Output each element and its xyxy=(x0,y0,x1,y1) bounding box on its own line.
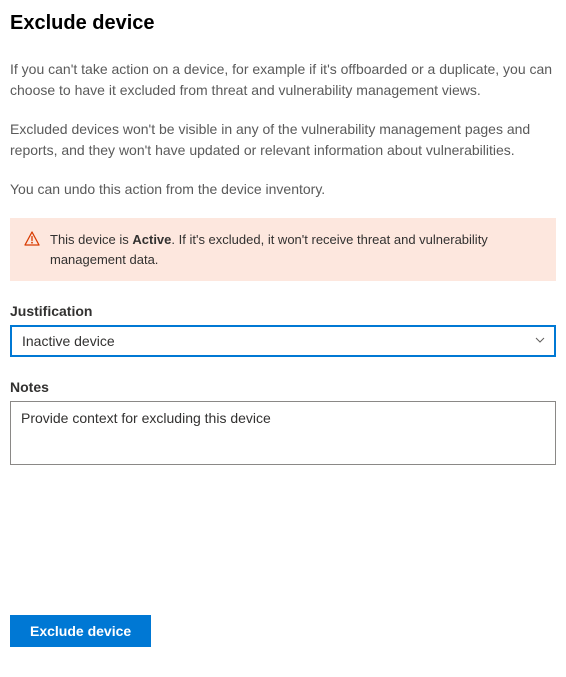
exclude-device-button[interactable]: Exclude device xyxy=(10,615,151,647)
notes-textarea[interactable] xyxy=(10,401,556,465)
footer: Exclude device xyxy=(10,615,151,647)
warning-prefix: This device is xyxy=(50,232,132,247)
warning-alert: This device is Active. If it's excluded,… xyxy=(10,218,556,281)
justification-select[interactable]: Inactive device xyxy=(10,325,556,357)
page-title: Exclude device xyxy=(10,12,556,35)
intro-paragraph-3: You can undo this action from the device… xyxy=(10,179,556,200)
warning-bold: Active xyxy=(132,232,171,247)
notes-label: Notes xyxy=(10,379,556,395)
intro-paragraph-1: If you can't take action on a device, fo… xyxy=(10,59,556,101)
justification-label: Justification xyxy=(10,303,556,319)
warning-icon xyxy=(24,231,40,247)
warning-text: This device is Active. If it's excluded,… xyxy=(50,230,542,269)
intro-paragraph-2: Excluded devices won't be visible in any… xyxy=(10,119,556,161)
justification-select-wrap: Inactive device xyxy=(10,325,556,357)
